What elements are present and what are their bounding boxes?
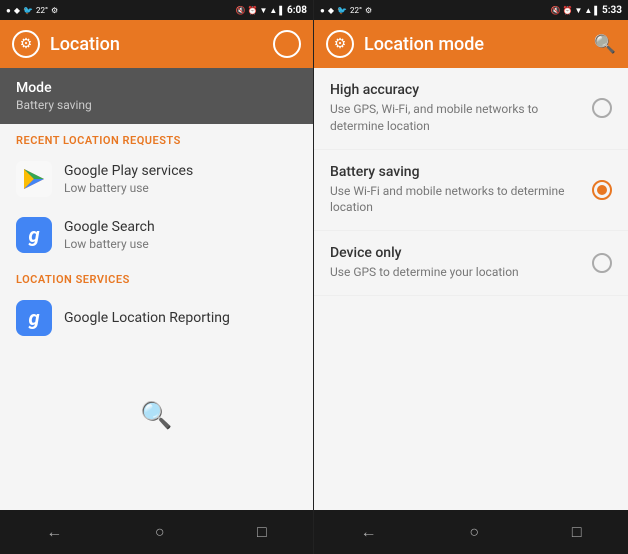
list-item-google-search[interactable]: g Google Search Low battery use (0, 207, 313, 263)
section-header-services: LOCATION SERVICES (0, 263, 313, 290)
app-title-2: Location mode (364, 34, 584, 55)
home-button-1[interactable]: ○ (139, 518, 181, 546)
signal-icon-2: ▲ (584, 6, 592, 15)
list-item-play-services[interactable]: Google Play services Low battery use (0, 151, 313, 207)
back-button-1[interactable]: ← (30, 518, 78, 546)
center-search-icon[interactable]: 🔍 (140, 401, 172, 431)
status-icons-left-2: ● ◆ 🐦 22° ⚙ (320, 6, 372, 15)
google-search-title: Google Search (64, 219, 155, 235)
wifi-icon-2: ▼ (574, 6, 582, 15)
settings-status-icon-2: ⚙ (365, 6, 372, 15)
option-high-accuracy-sub: Use GPS, Wi-Fi, and mobile networks to d… (330, 101, 580, 135)
app-bar-1: ⚙ Location (0, 20, 313, 68)
notification-icon-2: ● (320, 6, 325, 15)
location-reporting-title: Google Location Reporting (64, 310, 230, 326)
play-services-title: Google Play services (64, 163, 193, 179)
status-icons-right: 🔇 ⏰ ▼ ▲ ▌ 6:08 (236, 5, 307, 16)
alarm-icon: ⏰ (247, 6, 257, 15)
option-battery-saving-title: Battery saving (330, 164, 580, 180)
mode-title: Mode (16, 80, 297, 96)
clock-1: 6:08 (287, 5, 307, 16)
status-icons-left: ● ◆ 🐦 22° ⚙ (6, 6, 58, 15)
content-area-1: Mode Battery saving RECENT LOCATION REQU… (0, 68, 313, 510)
option-device-only-title: Device only (330, 245, 580, 261)
bottom-nav-2: ← ○ □ (314, 510, 628, 554)
mode-subtitle: Battery saving (16, 98, 297, 112)
play-services-sub: Low battery use (64, 181, 193, 195)
twitter-icon: 🐦 (23, 6, 33, 15)
back-button-2[interactable]: ← (344, 518, 392, 546)
wifi-icon: ▼ (259, 6, 267, 15)
play-services-text: Google Play services Low battery use (64, 163, 193, 195)
app-title-1: Location (50, 34, 263, 55)
option-device-only-text: Device only Use GPS to determine your lo… (330, 245, 580, 281)
temp-status-2: 22° (350, 6, 362, 15)
mute-icon-2: 🔇 (551, 6, 561, 15)
clock-2: 5:33 (602, 5, 622, 16)
bottom-nav-1: ← ○ □ (0, 510, 313, 554)
status-bar-1: ● ◆ 🐦 22° ⚙ 🔇 ⏰ ▼ ▲ ▌ 6:08 (0, 0, 313, 20)
radio-battery-saving[interactable] (592, 180, 612, 200)
temp-status: 22° (36, 6, 48, 15)
option-high-accuracy[interactable]: High accuracy Use GPS, Wi-Fi, and mobile… (314, 68, 628, 150)
gear-icon-1: ⚙ (20, 36, 33, 52)
option-device-only-sub: Use GPS to determine your location (330, 264, 580, 281)
battery-icon: ▌ (279, 6, 285, 15)
play-icon-status: ◆ (14, 6, 20, 15)
settings-status-icon: ⚙ (51, 6, 58, 15)
app-bar-2: ⚙ Location mode 🔍 (314, 20, 628, 68)
recents-button-2[interactable]: □ (556, 518, 598, 546)
signal-icon: ▲ (269, 6, 277, 15)
home-button-2[interactable]: ○ (453, 518, 495, 546)
alarm-icon-2: ⏰ (562, 6, 572, 15)
gear-icon-2: ⚙ (334, 36, 347, 52)
option-battery-saving-sub: Use Wi-Fi and mobile networks to determi… (330, 183, 580, 217)
screen-location-mode: ● ◆ 🐦 22° ⚙ 🔇 ⏰ ▼ ▲ ▌ 5:33 ⚙ Location mo… (314, 0, 628, 554)
status-icons-right-2: 🔇 ⏰ ▼ ▲ ▌ 5:33 (551, 5, 622, 16)
twitter-icon-2: 🐦 (337, 6, 347, 15)
radio-device-only[interactable] (592, 253, 612, 273)
options-list: High accuracy Use GPS, Wi-Fi, and mobile… (314, 68, 628, 510)
option-high-accuracy-title: High accuracy (330, 82, 580, 98)
option-high-accuracy-text: High accuracy Use GPS, Wi-Fi, and mobile… (330, 82, 580, 135)
google-search-sub: Low battery use (64, 237, 155, 251)
location-reporting-text: Google Location Reporting (64, 310, 230, 326)
recents-button-1[interactable]: □ (241, 518, 283, 546)
gear-button-2[interactable]: ⚙ (326, 30, 354, 58)
section-header-recent: RECENT LOCATION REQUESTS (0, 124, 313, 151)
mode-row[interactable]: Mode Battery saving (0, 68, 313, 124)
status-bar-2: ● ◆ 🐦 22° ⚙ 🔇 ⏰ ▼ ▲ ▌ 5:33 (314, 0, 628, 20)
list-item-location-reporting[interactable]: g Google Location Reporting (0, 290, 313, 346)
screen-location: ● ◆ 🐦 22° ⚙ 🔇 ⏰ ▼ ▲ ▌ 6:08 ⚙ Location Mo… (0, 0, 314, 554)
option-battery-saving[interactable]: Battery saving Use Wi-Fi and mobile netw… (314, 150, 628, 232)
google-location-icon: g (16, 300, 52, 336)
option-battery-saving-text: Battery saving Use Wi-Fi and mobile netw… (330, 164, 580, 217)
circle-button-1[interactable] (273, 30, 301, 58)
mute-icon: 🔇 (236, 6, 246, 15)
notification-icon: ● (6, 6, 11, 15)
play-services-icon (16, 161, 52, 197)
search-button-2[interactable]: 🔍 (594, 34, 616, 55)
radio-high-accuracy[interactable] (592, 98, 612, 118)
radio-selected-dot (597, 185, 607, 195)
play-icon-status-2: ◆ (328, 6, 334, 15)
google-search-text: Google Search Low battery use (64, 219, 155, 251)
battery-icon-2: ▌ (594, 6, 600, 15)
google-search-icon: g (16, 217, 52, 253)
gear-button-1[interactable]: ⚙ (12, 30, 40, 58)
option-device-only[interactable]: Device only Use GPS to determine your lo… (314, 231, 628, 296)
